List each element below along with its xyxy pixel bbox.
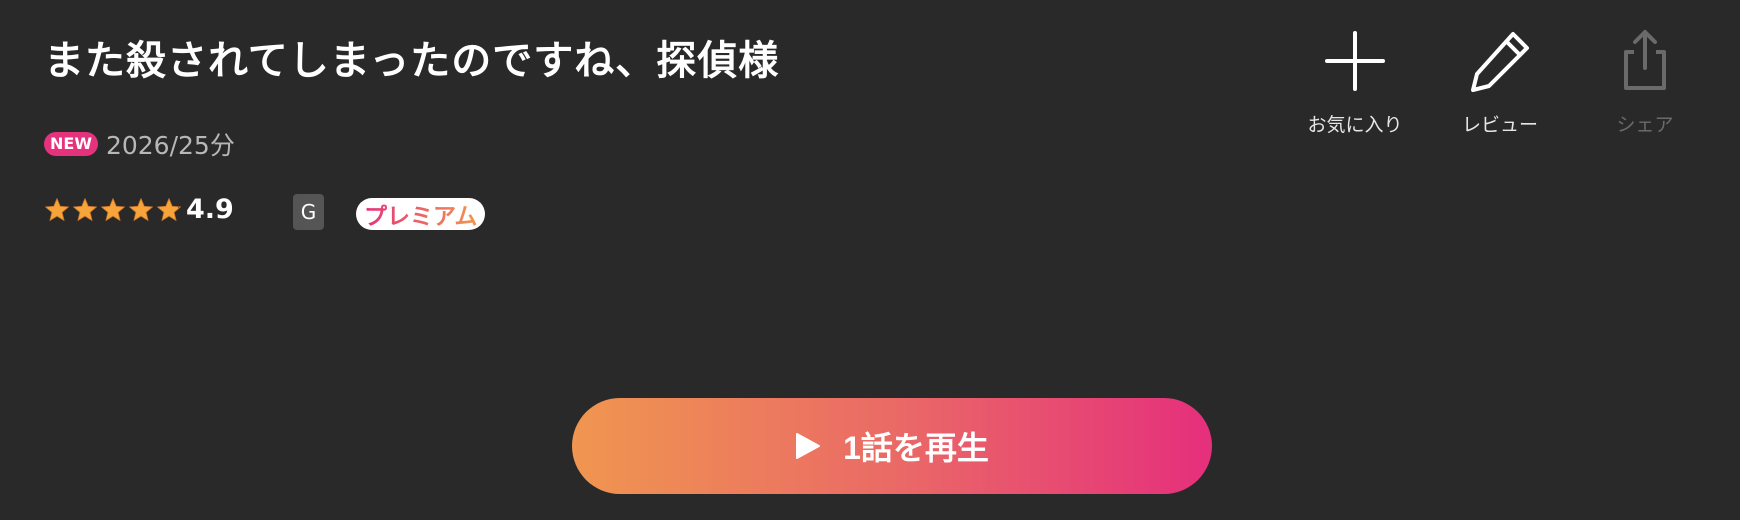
premium-badge: プレミアム — [356, 197, 486, 231]
play-button-label: 1話を再生 — [843, 430, 989, 466]
play-icon — [796, 433, 821, 459]
review-label: レビュー — [1461, 114, 1538, 136]
share-icon — [1624, 30, 1666, 90]
release-info: 2026/25分 — [105, 131, 235, 160]
meta-row: NEW 2026/25分 — [44, 126, 235, 162]
play-episode-button[interactable]: 1話を再生 — [572, 398, 1212, 494]
star-icon — [73, 197, 97, 221]
premium-label: プレミアム — [364, 197, 477, 231]
star-icon — [45, 197, 69, 221]
review-button[interactable]: レビュー — [1435, 26, 1565, 137]
page-title: また殺されてしまったのですね、探偵様 — [44, 38, 780, 84]
rating-score: 4.9 — [186, 194, 234, 225]
favorite-button[interactable]: お気に入り — [1290, 26, 1420, 137]
action-bar: お気に入り レビュー シェア — [1290, 26, 1710, 146]
pencil-icon — [1471, 32, 1529, 92]
favorite-label: お気に入り — [1307, 114, 1403, 136]
rating: 4.9 — [44, 194, 234, 225]
star-rating — [44, 197, 182, 223]
share-label: シェア — [1616, 114, 1674, 136]
star-icon — [157, 197, 181, 221]
title-detail-page: また殺されてしまったのですね、探偵様 NEW 2026/25分 4.9 G プレ… — [0, 0, 1740, 520]
star-icon — [129, 197, 153, 221]
plus-icon — [1325, 31, 1385, 91]
age-rating-badge: G — [293, 194, 324, 230]
share-button[interactable]: シェア — [1580, 26, 1710, 137]
new-badge: NEW — [44, 132, 98, 156]
star-icon — [101, 197, 125, 221]
